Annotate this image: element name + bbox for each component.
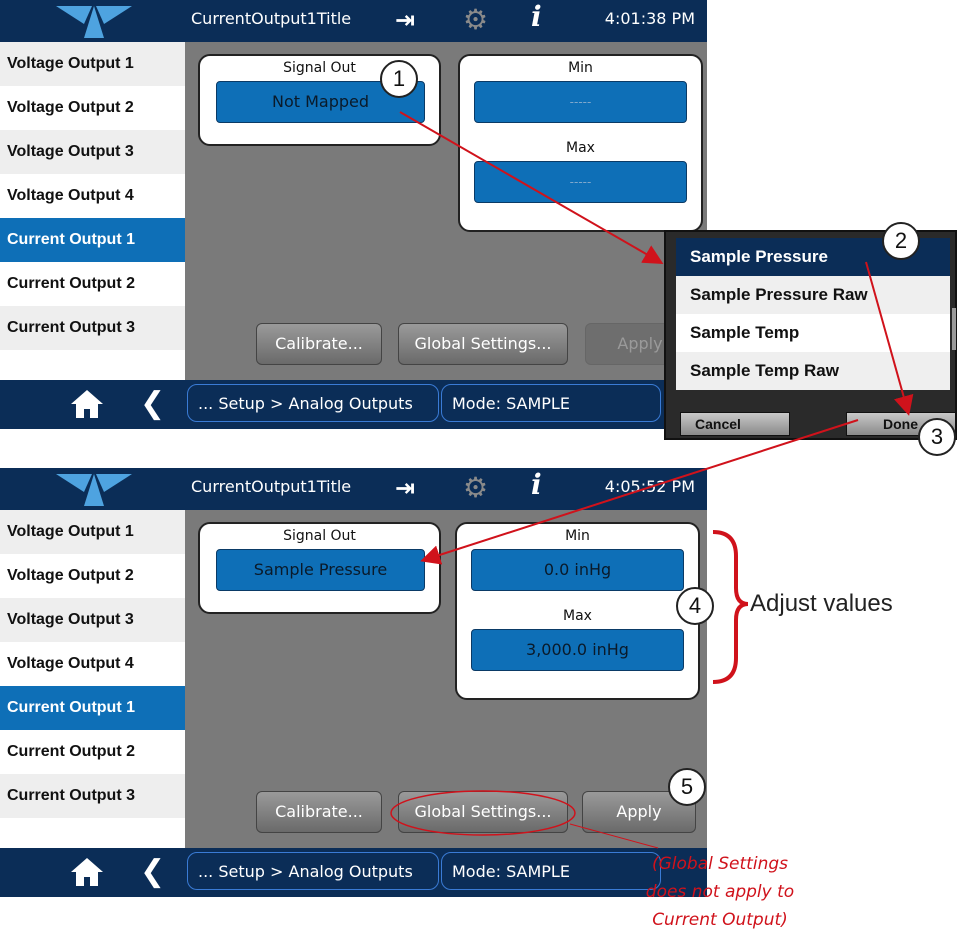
global-settings-highlight (390, 790, 576, 836)
arrow-2 (865, 261, 914, 416)
annotation-overlay (390, 111, 914, 849)
adjust-values-label: Adjust values (750, 590, 893, 617)
note-leader (569, 823, 659, 849)
callout-4: 4 (676, 587, 714, 625)
callout-5: 5 (668, 768, 706, 806)
arrow-3 (420, 419, 859, 565)
global-settings-note: (Global Settings does not apply to Curre… (620, 850, 820, 934)
note-line-1: (Global Settings (652, 854, 788, 874)
callout-1: 1 (380, 60, 418, 98)
note-line-3: Current Output) (652, 910, 788, 930)
note-line-2: does not apply to (645, 882, 795, 902)
callout-3: 3 (918, 418, 956, 456)
curly-bracket (712, 530, 749, 684)
callout-2: 2 (882, 222, 920, 260)
arrow-1 (399, 111, 664, 264)
